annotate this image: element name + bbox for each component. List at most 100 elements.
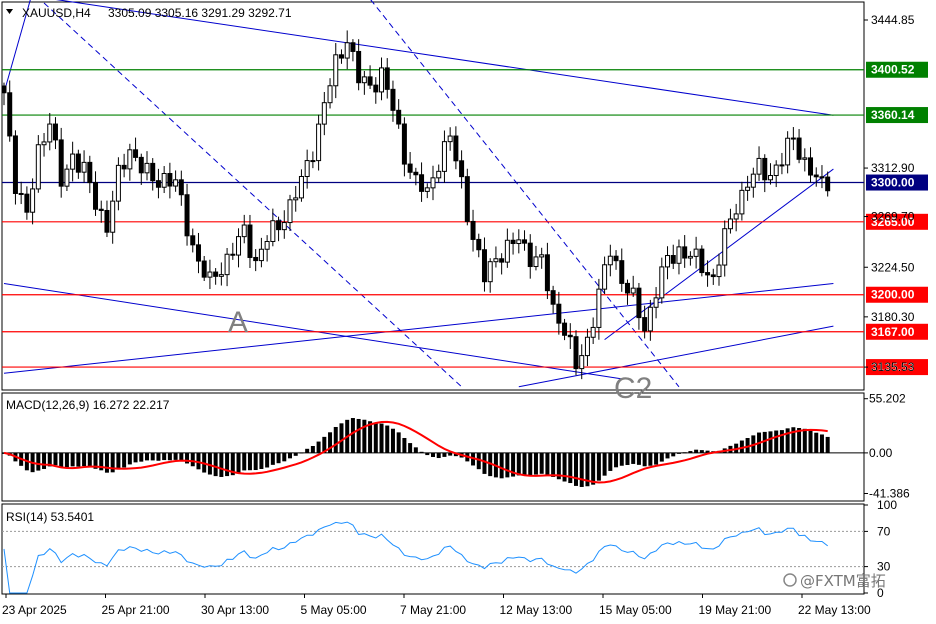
candle-body [173,179,179,187]
macd-bar [396,432,401,453]
macd-bar [350,418,355,453]
candle-body [344,42,350,59]
candle-body [98,208,104,211]
candle-body [327,85,333,104]
macd-bar [636,452,641,465]
macd-bar [219,452,224,477]
macd-bar [779,430,784,453]
price-tick-label: 3180.30 [871,310,915,324]
candle-body [693,248,699,257]
time-tick-label: 7 May 21:00 [400,603,466,617]
time-tick-label: 15 May 05:00 [599,603,672,617]
candle-body [710,274,716,278]
macd-bar [596,452,601,481]
candle-body [35,144,41,190]
candle-body [396,109,402,125]
candle-body [12,135,18,194]
macd-bar [179,452,184,461]
candle-body [670,255,676,264]
candle-body [213,271,219,277]
candle-body [333,54,339,87]
time-tick-label: 19 May 21:00 [699,603,772,617]
watermark: @FXTM富拓 [783,572,886,590]
price-tick-label: 3224.50 [871,260,915,274]
chart-ohlc: 3305.09 3305.16 3291.29 3292.71 [108,6,292,20]
candle-body [504,239,510,263]
trading-chart[interactable]: 3400.523360.143300.003265.003200.003167.… [0,0,936,624]
candle-body [602,264,608,290]
macd-bar [42,452,47,469]
candle-body [401,123,407,165]
macd-bar [356,418,361,453]
macd-label: MACD(12,26,9) 16.272 22.217 [6,398,170,412]
candle-body [773,164,779,177]
candle-body [808,157,814,176]
candle-body [384,67,390,90]
candle-body [441,141,447,172]
macd-bar [608,452,613,471]
candle-body [756,157,762,175]
candle-body [430,177,436,189]
candle-body [361,76,367,84]
macd-bar [362,419,367,453]
macd-bar [659,452,664,462]
candle-body [584,336,590,357]
candle-body [110,200,116,233]
candle-body [813,174,819,178]
macd-bar [145,452,149,461]
macd-bar [316,441,321,453]
level-tag-label: 3167.00 [871,325,915,339]
macd-bar [574,452,578,486]
macd-bar [282,452,287,462]
macd-bar [104,452,109,473]
macd-bar [162,452,167,461]
candle-body [447,135,453,143]
candle-body [293,197,299,201]
candle-body [619,260,625,284]
macd-bar [688,451,693,453]
candle-body [58,139,64,187]
candle-body [745,186,751,191]
macd-bar [591,452,596,485]
macd-bar [425,452,430,456]
candle-body [527,242,533,268]
candle-body [241,224,247,238]
time-tick-label: 22 May 13:00 [798,603,871,617]
candle-body [739,189,745,215]
candle-body [310,160,316,163]
macd-bar [225,452,230,477]
candle-body [316,123,322,162]
level-tag-label: 3400.52 [871,63,915,77]
candle-body [93,182,99,210]
macd-bar [333,426,338,453]
candle [699,245,705,277]
candle-body [321,102,327,125]
macd-bar [619,452,624,466]
candle-body [550,290,556,305]
price-tick-label: 3444.85 [871,13,915,27]
candle-body [533,256,539,268]
rsi-tick-label: 100 [877,498,897,512]
macd-bar [150,452,155,461]
macd-bar [654,452,659,465]
candle-body [224,253,230,276]
candle-body [567,334,573,338]
candle-body [304,160,310,177]
macd-bar [87,452,92,467]
candle-body [167,173,173,187]
level-tag-label: 3360.14 [871,108,915,122]
candle-body [590,326,596,338]
candle-body [30,188,36,213]
macd-bar [774,430,779,453]
candle-body [87,161,93,184]
macd-bar [36,452,41,471]
macd-bar [694,449,699,453]
candle-body [178,179,184,196]
macd-bar [648,452,653,466]
macd-bar [122,452,127,468]
candle-body [767,175,773,181]
candle-body [539,254,545,258]
macd-bar [808,430,813,453]
macd-bar [579,452,584,487]
candle-body [281,222,287,231]
